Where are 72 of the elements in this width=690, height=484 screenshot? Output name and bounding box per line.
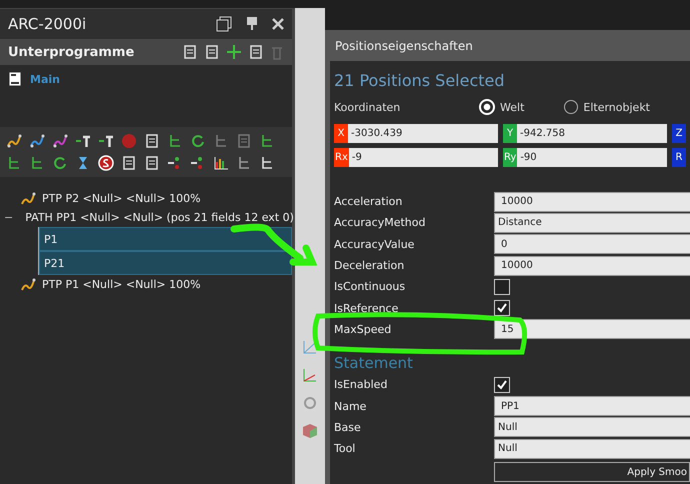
- checkbox[interactable]: [494, 278, 510, 295]
- tree-item[interactable]: P21: [39, 251, 292, 275]
- pin-icon[interactable]: [246, 17, 258, 31]
- coordinate-field[interactable]: Y -942.758: [503, 124, 667, 143]
- section-title: Unterprogramme: [8, 44, 136, 60]
- input-field[interactable]: 0: [494, 234, 690, 254]
- field-label: Koordinaten: [334, 100, 402, 114]
- dropdown[interactable]: Null: [494, 438, 690, 459]
- tree-item[interactable]: PTP P2 <Null> <Null> 100%: [42, 192, 201, 205]
- refresh-icon[interactable]: [52, 155, 68, 171]
- branch-icon[interactable]: [6, 155, 22, 171]
- bar-chart-icon[interactable]: [213, 155, 229, 171]
- axis-tag: X: [334, 124, 348, 143]
- linear-motion-icon[interactable]: [29, 133, 45, 149]
- property-label: AccuracyValue: [334, 238, 416, 251]
- tree-item[interactable]: PATH PP1 <Null> <Null> (pos 21 fields 12 ext 0): [25, 211, 294, 224]
- input-field[interactable]: 10000: [494, 256, 690, 276]
- document-icon[interactable]: [144, 133, 160, 149]
- property-label: Acceleration: [334, 195, 404, 208]
- selection-heading: 21 Positions Selected: [334, 71, 506, 90]
- ptp-motion-icon: [20, 192, 36, 206]
- property-label: Base: [334, 420, 362, 434]
- property-label: IsReference: [334, 302, 400, 315]
- property-label: AccuracyMethod: [334, 216, 426, 230]
- document-icon[interactable]: [182, 44, 198, 60]
- panel-title: ARC-2000i: [8, 15, 88, 33]
- arrow-t-icon[interactable]: [75, 133, 91, 149]
- property-label: Tool: [334, 442, 356, 456]
- property-label: MaxSpeed: [334, 322, 392, 336]
- input-field[interactable]: PP1: [494, 396, 690, 416]
- property-label: Name: [334, 400, 368, 413]
- cube-icon[interactable]: [301, 422, 319, 440]
- axis-icon[interactable]: [301, 366, 319, 384]
- document-icon: [8, 71, 22, 87]
- section-heading: Statement: [334, 354, 414, 372]
- axis-tag: R: [672, 148, 686, 167]
- dropdown[interactable]: Distance: [494, 212, 690, 233]
- collapse-toggle[interactable]: −: [4, 211, 14, 224]
- coordinate-field[interactable]: X -3030.439: [334, 124, 498, 143]
- loop-icon[interactable]: [190, 133, 206, 149]
- branch-icon[interactable]: [259, 133, 275, 149]
- axis-tag: Z: [672, 124, 686, 143]
- radio-button[interactable]: Welt: [479, 99, 524, 115]
- tree-item[interactable]: P1: [39, 227, 292, 251]
- input-field[interactable]: 15: [494, 319, 690, 340]
- ptp-motion-icon: [20, 278, 36, 292]
- input-field[interactable]: 10000: [494, 192, 690, 212]
- radio-button[interactable]: Elternobjekt: [564, 100, 650, 114]
- axis-tag: Ry: [503, 148, 518, 167]
- bracket-icon[interactable]: [213, 133, 229, 149]
- tree-item[interactable]: PTP P1 <Null> <Null> 100%: [42, 278, 201, 291]
- document-icon[interactable]: [121, 155, 137, 171]
- routine-item[interactable]: Main: [30, 72, 60, 86]
- property-label: IsEnabled: [334, 378, 388, 392]
- close-icon[interactable]: [272, 18, 284, 30]
- axis-tag: Rx: [334, 148, 349, 167]
- stop-sign-icon[interactable]: [98, 155, 114, 171]
- coordinate-field[interactable]: Ry -90: [503, 148, 667, 167]
- ptp-motion-icon[interactable]: [6, 133, 22, 149]
- document-icon[interactable]: [204, 44, 220, 60]
- coordinate-field[interactable]: Rx -9: [334, 148, 498, 167]
- property-label: IsContinuous: [334, 280, 406, 294]
- apply-button[interactable]: Apply Smoo: [494, 462, 690, 482]
- checkbox[interactable]: [494, 300, 510, 316]
- dropdown[interactable]: Null: [494, 417, 690, 438]
- window-icon[interactable]: [216, 16, 232, 32]
- property-label: Deceleration: [334, 259, 406, 272]
- dialog-title: Positionseigenschaften: [334, 38, 474, 54]
- axis-tag: Y: [503, 124, 517, 143]
- add-icon[interactable]: [226, 44, 242, 60]
- path-motion-icon[interactable]: [52, 133, 68, 149]
- checkbox[interactable]: [494, 376, 510, 393]
